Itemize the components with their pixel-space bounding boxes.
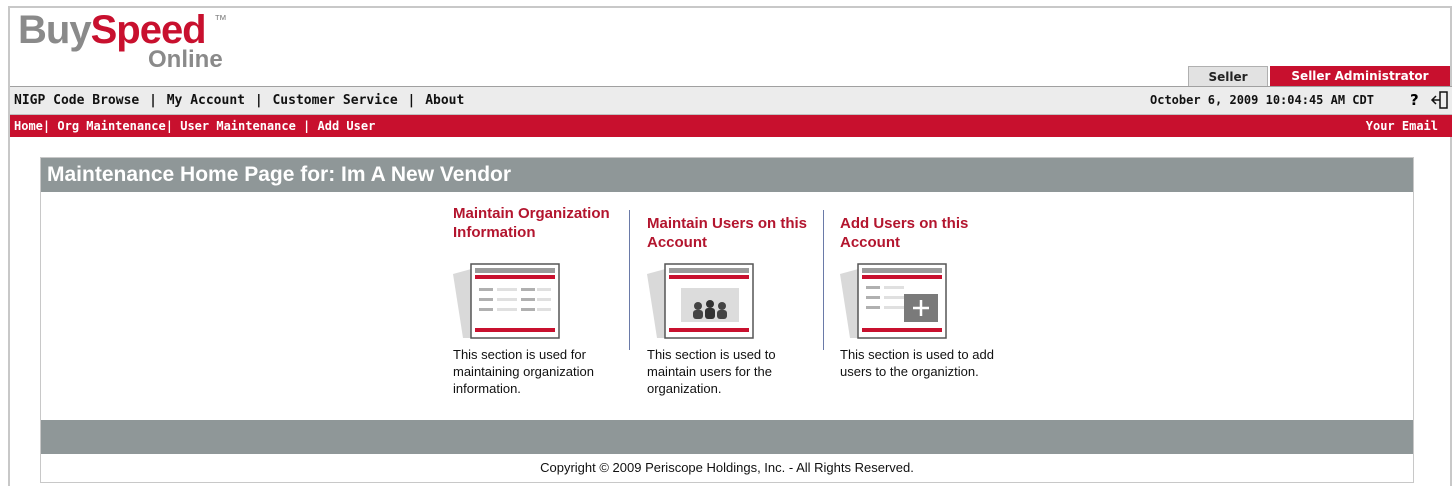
logo-online: Online [148,46,223,73]
section-divider [823,210,824,350]
subnav-separator: | [42,119,51,133]
subnav-home[interactable]: Home [14,119,43,133]
add-users-link[interactable]: Add Users on this Account [840,204,1020,262]
logo-trademark: ™ [214,12,227,27]
sub-nav-bar: Home| Org Maintenance| User Maintenance … [10,115,1452,137]
add-users-section: Add Users on this Account This section i… [840,204,1020,380]
help-icon[interactable]: ? [1410,91,1419,109]
maintain-users-section: Maintain Users on this Account This sect… [647,204,827,397]
nav-my-account[interactable]: My Account [167,93,245,108]
nav-separator: | [254,93,263,108]
logo-buy: Buy [18,8,92,52]
maintain-users-description: This section is used to maintain users f… [647,347,776,396]
maintain-organization-link[interactable]: Maintain Organization Information [453,204,633,262]
subnav-add-user[interactable]: Add User [318,119,376,133]
maintain-users-link[interactable]: Maintain Users on this Account [647,204,827,262]
maintain-organization-description: This section is used for maintaining org… [453,347,594,396]
your-email-link[interactable]: Your Email [1366,119,1438,133]
add-users-description: This section is used to add users to the… [840,347,994,379]
logout-icon[interactable] [1430,90,1450,110]
users-group-icon[interactable] [647,262,757,342]
subnav-org-maintenance[interactable]: Org Maintenance [57,119,165,133]
nav-separator: | [407,93,416,108]
nav-separator: | [149,93,157,108]
panel-footer-bar [41,420,1413,454]
maintenance-panel: Maintenance Home Page for: Im A New Vend… [40,157,1414,483]
subnav-separator: | [165,119,173,133]
subnav-separator: | [303,119,311,133]
current-datetime: October 6, 2009 10:04:45 AM CDT [1150,93,1374,107]
tab-seller-administrator[interactable]: Seller Administrator [1270,66,1450,86]
nav-about[interactable]: About [425,93,464,108]
top-nav-links: NIGP Code Browse | My Account | Customer… [14,93,464,108]
nav-customer-service[interactable]: Customer Service [272,93,397,108]
nav-nigp-code-browse[interactable]: NIGP Code Browse [14,93,139,108]
tab-seller[interactable]: Seller [1188,66,1268,86]
sub-nav-links: Home| Org Maintenance| User Maintenance … [14,119,375,133]
copyright-text: Copyright © 2009 Periscope Holdings, Inc… [540,460,914,475]
buyspeed-logo[interactable]: BuySpeed ™ Online [18,8,258,78]
organization-form-icon[interactable] [453,262,563,342]
add-user-icon[interactable] [840,262,950,342]
subnav-user-maintenance[interactable]: User Maintenance [180,119,296,133]
top-nav-bar: NIGP Code Browse | My Account | Customer… [10,86,1452,115]
section-divider [629,210,630,350]
page-title: Maintenance Home Page for: Im A New Vend… [41,158,1413,192]
maintain-organization-section: Maintain Organization Information This s… [453,204,633,397]
